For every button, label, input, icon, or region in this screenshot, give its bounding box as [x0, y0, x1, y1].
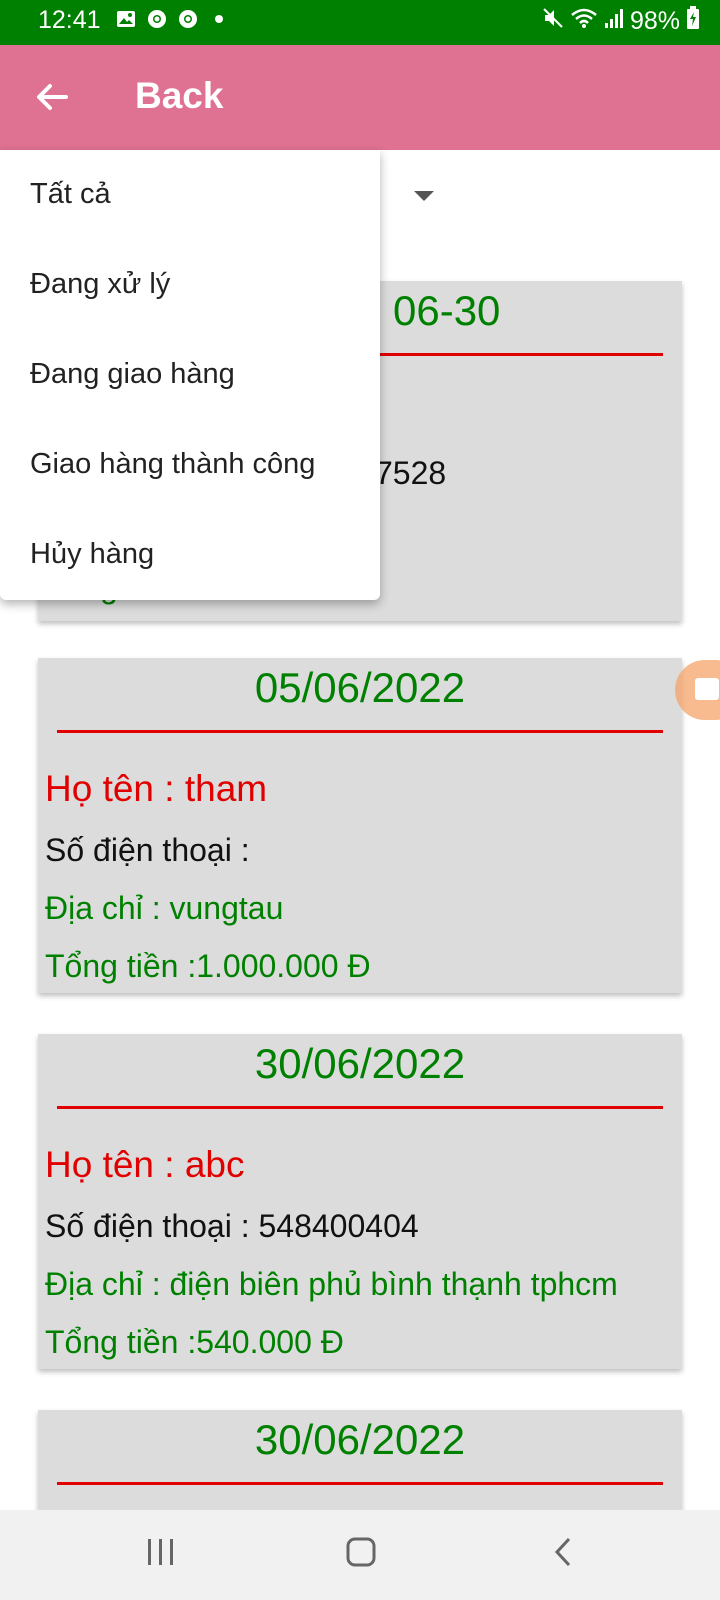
chrome-icon	[177, 8, 199, 30]
status-bar: 12:41 98%	[0, 0, 720, 45]
order-phone: Số điện thoại :	[45, 832, 250, 868]
recent-apps-icon[interactable]	[146, 1536, 176, 1573]
card-divider	[57, 1106, 663, 1109]
status-filter-menu: Tất cả Đang xử lý Đang giao hàng Giao hà…	[0, 150, 380, 600]
chrome-icon	[146, 8, 168, 30]
order-phone: 7528	[375, 455, 447, 491]
battery-charging-icon	[686, 6, 700, 37]
battery-percent: 98%	[629, 7, 680, 35]
home-icon[interactable]	[345, 1536, 377, 1573]
app-bar-title[interactable]: Back	[135, 75, 223, 117]
menu-item-all[interactable]: Tất cả	[30, 178, 111, 211]
signal-icon	[604, 7, 624, 36]
back-arrow-icon[interactable]	[30, 75, 74, 119]
order-date: 06-30	[393, 287, 501, 334]
card-divider	[57, 1482, 663, 1485]
system-nav-bar	[0, 1510, 720, 1600]
order-card[interactable]: 05/06/2022 Họ tên : tham Số điện thoại :…	[38, 658, 682, 993]
menu-item-delivered[interactable]: Giao hàng thành công	[30, 448, 315, 481]
mute-icon	[542, 7, 564, 36]
system-status: 98%	[542, 6, 700, 37]
menu-item-cancelled[interactable]: Hủy hàng	[30, 538, 154, 571]
wifi-icon	[570, 7, 598, 36]
menu-item-processing[interactable]: Đang xử lý	[30, 268, 170, 301]
status-time: 12:41	[38, 6, 101, 34]
card-divider	[57, 730, 663, 733]
dot-icon	[208, 8, 230, 30]
order-card[interactable]: 30/06/2022 Họ tên : abc Số điện thoại : …	[38, 1034, 682, 1369]
order-address: Địa chỉ : điện biên phủ bình thạnh tphcm	[45, 1266, 618, 1302]
image-icon	[115, 8, 137, 30]
order-name: Họ tên : tham	[45, 768, 268, 809]
camera-icon	[695, 678, 719, 700]
order-date: 05/06/2022	[254, 664, 466, 711]
order-date: 30/06/2022	[254, 1416, 466, 1463]
order-card[interactable]: 30/06/2022	[38, 1410, 682, 1510]
app-bar: Back	[0, 45, 720, 150]
chevron-down-icon[interactable]	[414, 191, 434, 201]
order-total: Tổng tiền :540.000 Đ	[45, 1324, 344, 1360]
order-total: Tổng tiền :1.000.000 Đ	[45, 948, 371, 984]
notification-icons	[115, 8, 230, 30]
order-date: 30/06/2022	[254, 1040, 466, 1087]
order-name: Họ tên : abc	[45, 1144, 245, 1185]
back-icon[interactable]	[552, 1536, 574, 1573]
order-phone: Số điện thoại : 548400404	[45, 1208, 419, 1244]
menu-item-shipping[interactable]: Đang giao hàng	[30, 358, 235, 391]
order-address: Địa chỉ : vungtau	[45, 890, 284, 926]
